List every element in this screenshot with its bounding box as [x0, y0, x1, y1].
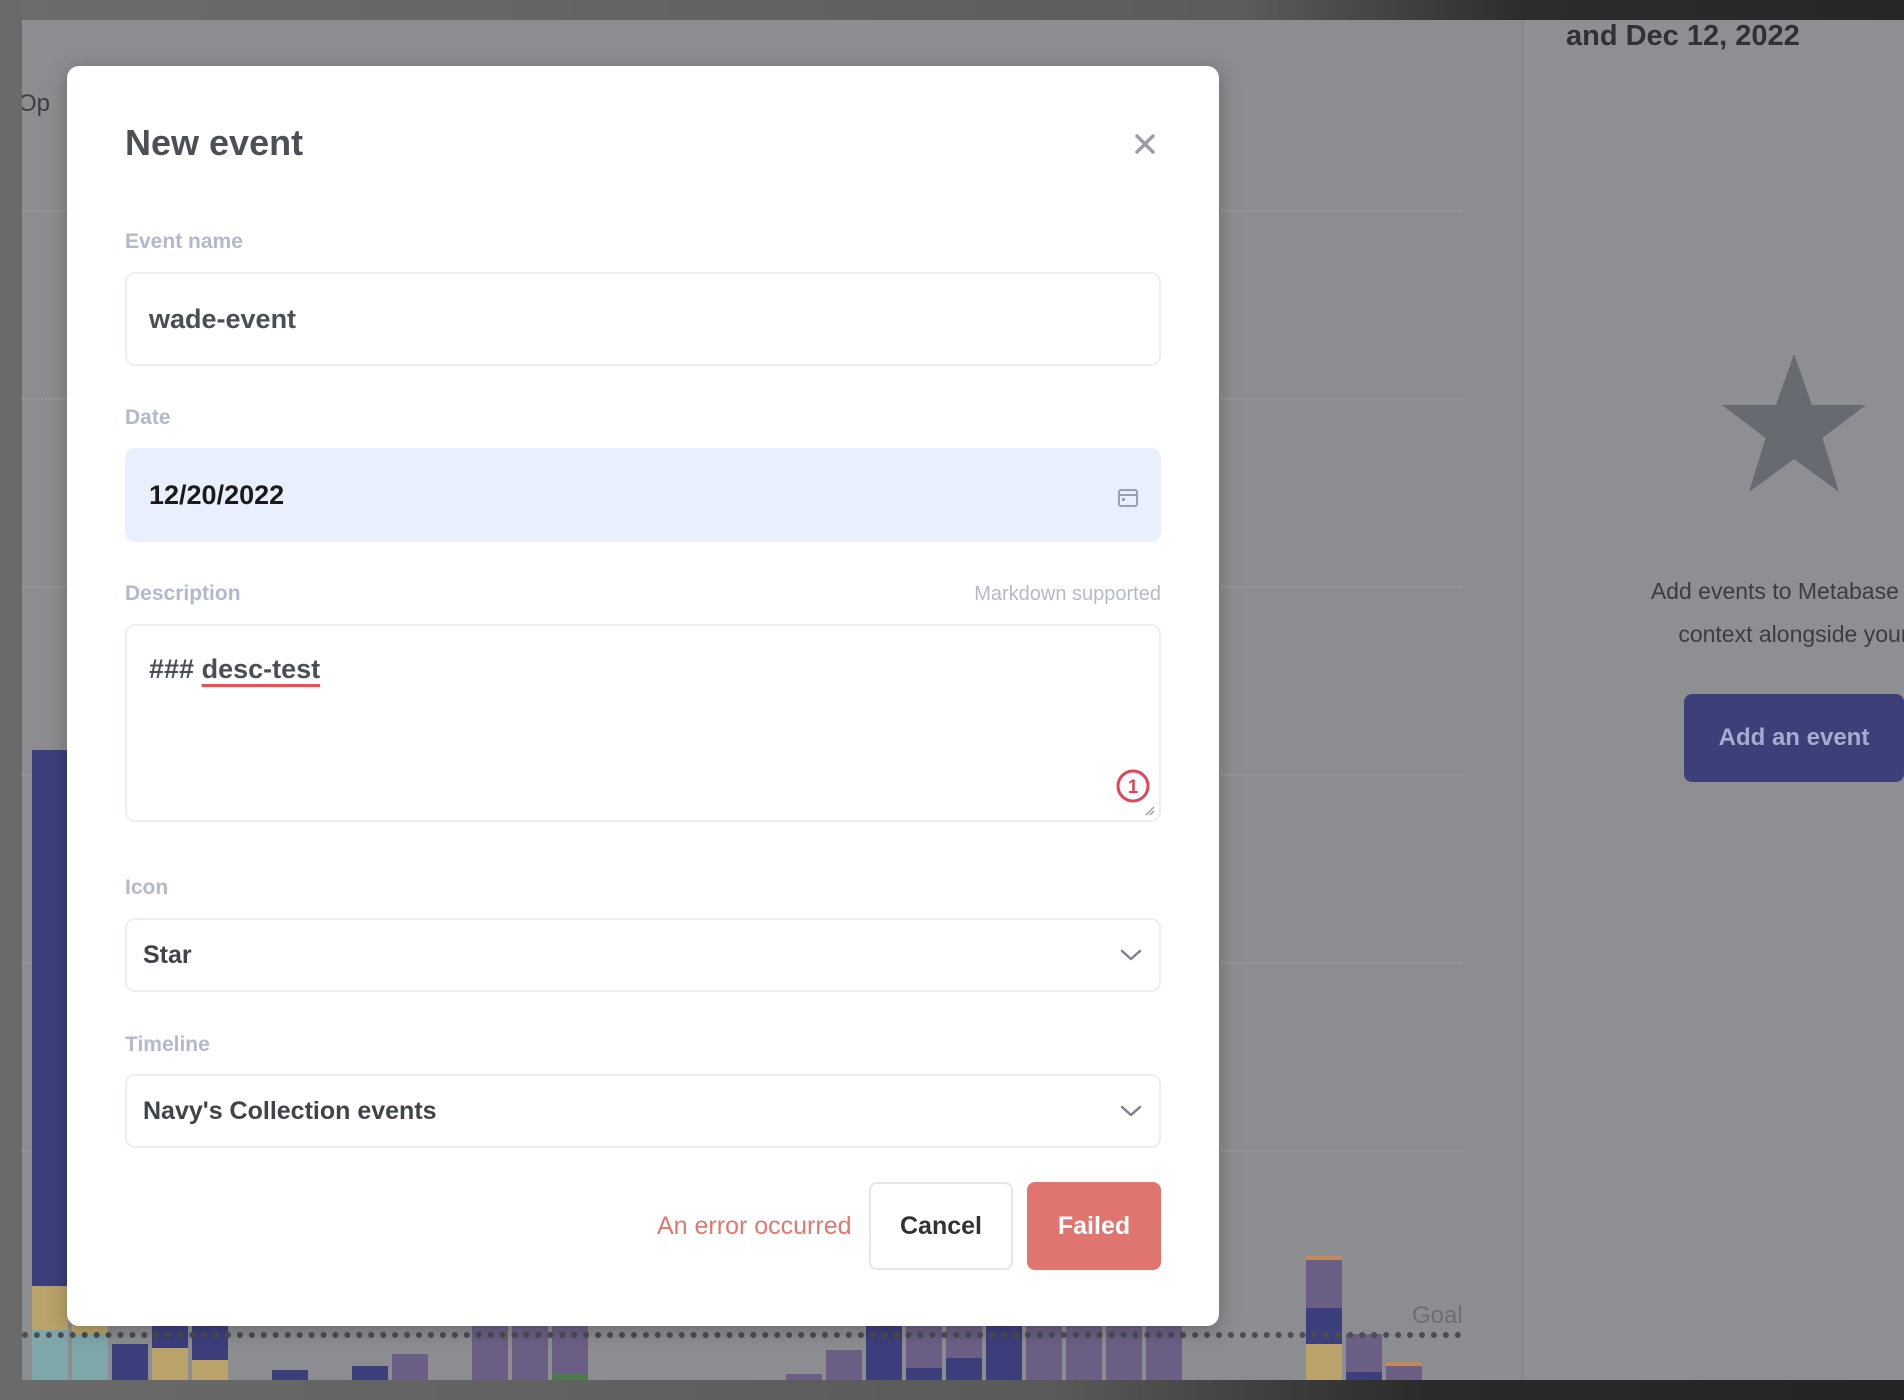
sidebar-title: and Dec 12, 2022	[1566, 20, 1800, 52]
chevron-down-icon	[1120, 1105, 1142, 1117]
goal-label: Goal	[1412, 1302, 1463, 1329]
timeline-label: Timeline	[125, 1033, 210, 1056]
window-frame-bottom	[0, 1380, 1904, 1400]
chart-bar	[1386, 1362, 1422, 1380]
empty-state-line-1: Add events to Metabase to sh	[1650, 578, 1904, 604]
description-value: ### desc-test	[127, 626, 320, 685]
event-name-input[interactable]: wade-event	[125, 272, 1161, 366]
empty-state-text: Add events to Metabase to sh context alo…	[1543, 570, 1904, 656]
chart-partial-label: Op	[22, 90, 51, 117]
chart-bar	[1346, 1334, 1382, 1380]
chart-bar	[272, 1370, 308, 1380]
window-frame-left	[0, 0, 22, 1400]
date-value: 12/20/2022	[149, 479, 285, 510]
chart-bar	[392, 1354, 428, 1380]
icon-select-value: Star	[143, 940, 192, 969]
description-label: Description	[125, 582, 241, 605]
resize-handle-icon[interactable]	[1143, 804, 1155, 816]
new-event-modal: New event Event name wade-event Date 12/…	[67, 66, 1219, 1326]
markdown-heading-prefix: ###	[149, 654, 195, 684]
cancel-button[interactable]: Cancel	[869, 1182, 1013, 1270]
timeline-sidebar: and Dec 12, 2022 Add events to Metabase …	[1522, 20, 1904, 1380]
close-icon	[1135, 134, 1155, 154]
chart-bar	[826, 1350, 862, 1380]
window-frame-top	[0, 0, 1904, 20]
empty-state-line-2: context alongside your d	[1678, 621, 1904, 647]
event-name-value: wade-event	[149, 303, 297, 334]
close-button[interactable]	[1127, 126, 1163, 162]
calendar-icon[interactable]	[1117, 486, 1139, 508]
add-an-event-button[interactable]: Add an event	[1684, 694, 1904, 782]
description-text: desc-test	[201, 654, 321, 684]
chart-bar	[1306, 1256, 1342, 1380]
event-name-label: Event name	[125, 230, 243, 253]
goal-line	[22, 1332, 1462, 1338]
description-textarea[interactable]: ### desc-test 1	[125, 624, 1161, 822]
grammar-count: 1	[1128, 777, 1139, 798]
chart-bar	[352, 1366, 388, 1380]
icon-label: Icon	[125, 876, 169, 899]
markdown-hint: Markdown supported	[974, 583, 1161, 605]
submit-button[interactable]: Failed	[1027, 1182, 1161, 1270]
app-background: Op Goal and Dec 12, 2022 Add events to M…	[22, 20, 1904, 1380]
chevron-down-icon	[1120, 949, 1142, 961]
modal-title: New event	[125, 122, 304, 163]
chart-bar	[32, 750, 68, 1380]
star-icon	[1722, 354, 1866, 492]
error-message: An error occurred	[657, 1212, 852, 1240]
date-input[interactable]: 12/20/2022	[125, 448, 1161, 542]
timeline-select-value: Navy's Collection events	[143, 1096, 437, 1125]
timeline-select[interactable]: Navy's Collection events	[125, 1074, 1161, 1148]
icon-select[interactable]: Star	[125, 918, 1161, 992]
date-label: Date	[125, 406, 171, 429]
grammar-check-badge-icon[interactable]: 1	[1115, 768, 1151, 804]
chart-bar	[112, 1344, 148, 1380]
